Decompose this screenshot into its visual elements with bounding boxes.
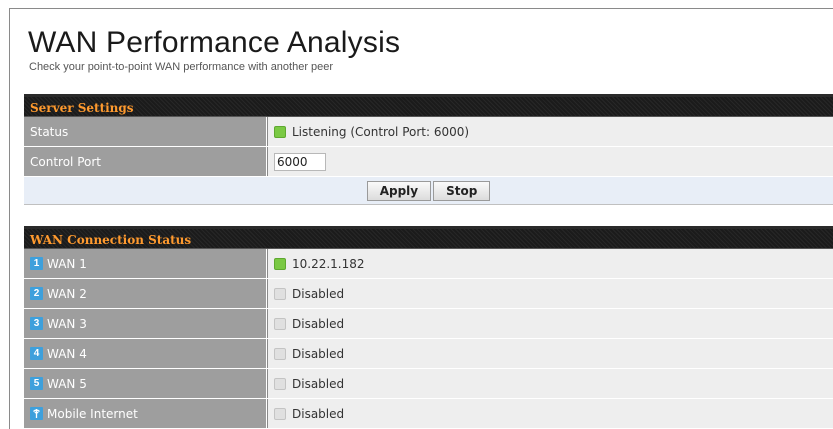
mobile-internet-icon <box>30 407 43 420</box>
wan-row-2: 2 WAN 2 Disabled <box>24 279 833 309</box>
apply-button[interactable]: Apply <box>366 180 432 201</box>
status-value: Listening (Control Port: 6000) <box>292 124 470 139</box>
status-led-icon <box>274 125 286 138</box>
wan-label-cell: 3 WAN 3 <box>24 309 267 338</box>
control-port-label: Control Port <box>24 147 267 176</box>
wan-label: WAN 5 <box>47 376 87 391</box>
page-subtitle: Check your point-to-point WAN performanc… <box>29 61 334 73</box>
wan-status-title: WAN Connection Status <box>30 233 192 247</box>
disabled-led-icon <box>274 407 286 420</box>
control-port-value-cell <box>267 147 833 176</box>
disabled-led-icon <box>274 317 286 330</box>
disabled-led-icon <box>274 347 286 360</box>
server-settings-header: Server Settings <box>24 94 833 117</box>
wan-row-5: 5 WAN 5 Disabled <box>24 369 833 399</box>
wan-label-cell: 5 WAN 5 <box>24 369 267 398</box>
wan-4-number-icon: 4 <box>30 347 43 360</box>
wan-value: Disabled <box>292 316 345 331</box>
wan-label-cell: 4 WAN 4 <box>24 339 267 368</box>
disabled-led-icon <box>274 377 286 390</box>
mobile-internet-row: Mobile Internet Disabled <box>24 399 833 429</box>
wan-label-cell: 2 WAN 2 <box>24 279 267 308</box>
wan-label-cell: Mobile Internet <box>24 399 267 428</box>
wan-label: WAN 1 <box>47 256 87 271</box>
wan-label: WAN 4 <box>47 346 87 361</box>
wan-row-3: 3 WAN 3 Disabled <box>24 309 833 339</box>
wan-5-number-icon: 5 <box>30 377 43 390</box>
wan-value-cell: Disabled <box>267 279 833 308</box>
wan-value-cell: Disabled <box>267 399 833 428</box>
control-port-input[interactable] <box>274 152 326 171</box>
wan-value-cell: 10.22.1.182 <box>267 249 833 278</box>
disabled-led-icon <box>274 287 286 300</box>
wan-status-section: WAN Connection Status 1 WAN 1 10.22.1.18… <box>24 226 833 429</box>
wan-1-number-icon: 1 <box>30 257 43 270</box>
wan-label-cell: 1 WAN 1 <box>24 249 267 278</box>
wan-row-4: 4 WAN 4 Disabled <box>24 339 833 369</box>
wan-value-cell: Disabled <box>267 369 833 398</box>
server-settings-title: Server Settings <box>30 101 134 115</box>
wan-2-number-icon: 2 <box>30 287 43 300</box>
control-port-row: Control Port <box>24 147 833 177</box>
wan-label: Mobile Internet <box>47 406 138 421</box>
wan-3-number-icon: 3 <box>30 317 43 330</box>
status-row: Status Listening (Control Port: 6000) <box>24 117 833 147</box>
status-value-cell: Listening (Control Port: 6000) <box>267 117 833 146</box>
wan-label: WAN 2 <box>47 286 87 301</box>
wan-row-1: 1 WAN 1 10.22.1.182 <box>24 249 833 279</box>
wan-value: Disabled <box>292 406 345 421</box>
wan-label: WAN 3 <box>47 316 87 331</box>
status-label: Status <box>24 117 267 146</box>
wan-status-header: WAN Connection Status <box>24 226 833 249</box>
wan-value-cell: Disabled <box>267 309 833 338</box>
connected-led-icon <box>274 257 286 270</box>
page-title: WAN Performance Analysis <box>28 26 401 59</box>
wan-value: Disabled <box>292 286 345 301</box>
stop-button[interactable]: Stop <box>433 180 491 201</box>
server-actions: Apply Stop <box>24 177 833 205</box>
wan-value: 10.22.1.182 <box>292 256 365 271</box>
server-settings-section: Server Settings Status Listening (Contro… <box>24 94 833 205</box>
wan-value: Disabled <box>292 376 345 391</box>
wan-value: Disabled <box>292 346 345 361</box>
wan-value-cell: Disabled <box>267 339 833 368</box>
